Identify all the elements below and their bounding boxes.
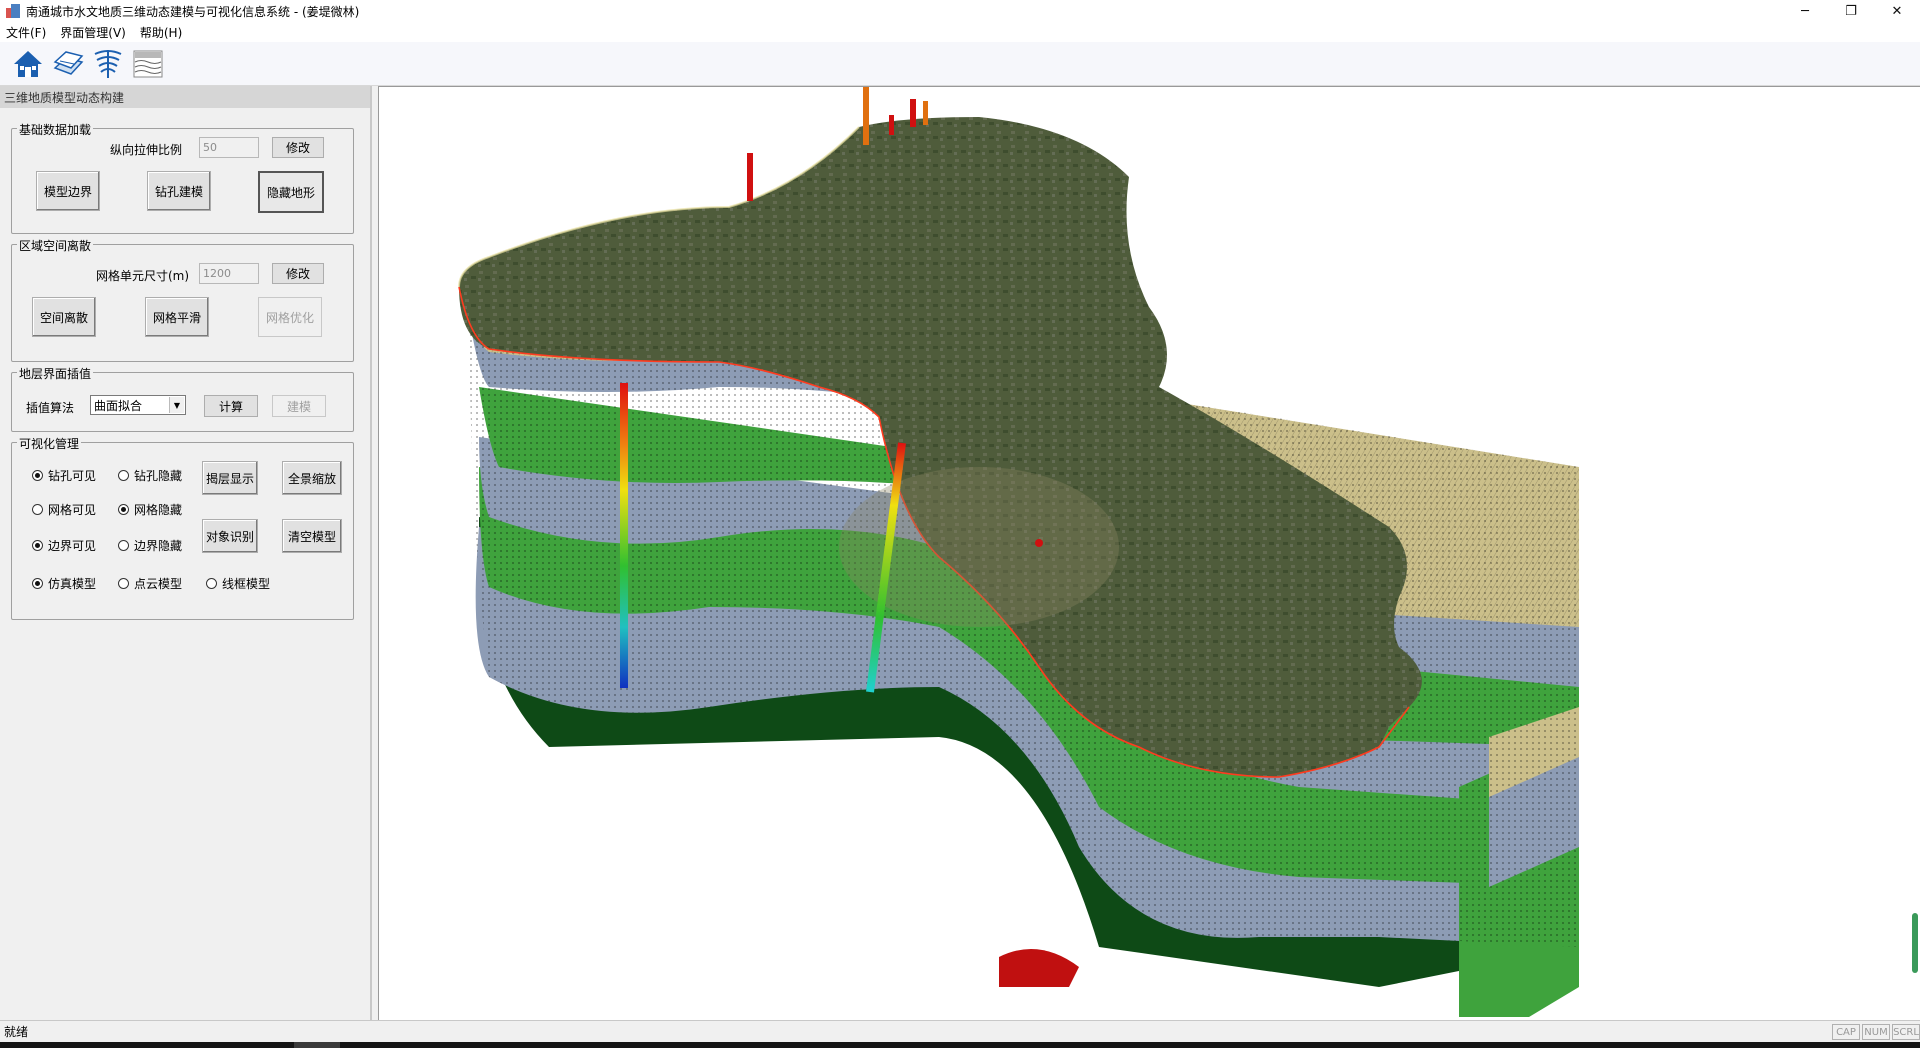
borehole-3 [747,153,753,201]
panel-title: 三维地质模型动态构建 [0,86,370,108]
radio-boundary-hide[interactable]: 边界隐藏 [118,537,182,554]
borehole-5 [910,99,916,127]
spatial-discrete-button[interactable]: 空间离散 [32,297,96,337]
boreholes-icon [94,49,122,78]
radio-borehole-hide[interactable]: 钻孔隐藏 [118,467,182,484]
status-bar: 就绪 CAP NUM SCRL [0,1020,1920,1042]
menu-bar: 文件(F) 界面管理(V) 帮助(H) [0,22,1920,42]
control-panel: 三维地质模型动态构建 基础数据加载 纵向拉伸比例 50 修改 模型边界 钻孔建模… [0,86,372,1020]
geology-model[interactable] [379,87,1920,1020]
cell-size-label: 网格单元尺寸(m) [96,269,190,283]
clear-model-button[interactable]: 清空模型 [282,519,342,553]
borehole-6 [923,101,928,125]
menu-help[interactable]: 帮助(H) [140,24,182,41]
grid-optimize-button[interactable]: 网格优化 [258,297,322,337]
model-viewport[interactable] [378,86,1920,1020]
group-vis-legend: 可视化管理 [17,435,82,452]
cell-size-input[interactable]: 1200 [199,263,259,284]
group-interp-legend: 地层界面插值 [17,365,94,382]
radio-boundary-show[interactable]: 边界可见 [32,537,96,554]
toolbar [0,42,1920,86]
boreholes-button[interactable] [90,46,126,82]
cap-indicator: CAP [1832,1024,1860,1040]
home-button[interactable] [10,46,46,82]
group-visualization: 可视化管理 钻孔可见 钻孔隐藏 揭层显示 全景缩放 网格可见 网格隐藏 边界可见… [11,435,354,620]
borehole-model-button[interactable]: 钻孔建模 [147,171,211,211]
strata-icon [133,50,163,77]
borehole-1 [620,383,628,688]
build-button[interactable]: 建模 [272,395,326,417]
radio-grid-show[interactable]: 网格可见 [32,501,96,518]
hide-terrain-button[interactable]: 隐藏地形 [258,171,324,213]
radio-sim-model[interactable]: 仿真模型 [32,575,96,592]
status-text: 就绪 [4,1025,29,1039]
scrl-indicator: SCRL [1892,1024,1920,1040]
group-basic-data: 基础数据加载 纵向拉伸比例 50 修改 模型边界 钻孔建模 隐藏地形 [11,121,354,234]
cell-size-modify-button[interactable]: 修改 [272,263,324,284]
stretch-modify-button[interactable]: 修改 [272,137,324,158]
home-icon [14,50,42,77]
title-bar: 南通城市水文地质三维动态建模与可视化信息系统 - (姜堤微林) ─ ❐ ✕ [0,0,1920,22]
radio-cloud-model[interactable]: 点云模型 [118,575,182,592]
num-indicator: NUM [1862,1024,1890,1040]
radio-grid-hide[interactable]: 网格隐藏 [118,501,182,518]
model-boundary-button[interactable]: 模型边界 [36,171,100,211]
group-interpolation: 地层界面插值 插值算法 曲面拟合 ▼ 计算 建模 [11,365,354,432]
group-spatial-discrete: 区域空间离散 网格单元尺寸(m) 1200 修改 空间离散 网格平滑 网格优化 [11,237,354,362]
algo-select[interactable]: 曲面拟合 ▼ [90,395,186,415]
object-identify-button[interactable]: 对象识别 [202,519,258,553]
radio-borehole-show[interactable]: 钻孔可见 [32,467,96,484]
marker-point [1035,539,1043,547]
layers-button[interactable] [50,46,86,82]
restore-button[interactable]: ❐ [1828,0,1874,22]
group-discrete-legend: 区域空间离散 [17,237,94,254]
group-basic-legend: 基础数据加载 [17,121,94,138]
view-scrollbar[interactable] [1912,913,1918,973]
algo-label: 插值算法 [26,401,75,415]
menu-view[interactable]: 界面管理(V) [60,24,126,41]
close-button[interactable]: ✕ [1874,0,1920,22]
borehole-4 [863,87,869,145]
window-controls: ─ ❐ ✕ [1782,0,1920,22]
layers-icon [53,50,84,75]
algo-select-value: 曲面拟合 [94,398,143,413]
radio-wire-model[interactable]: 线框模型 [206,575,270,592]
peel-display-button[interactable]: 揭层显示 [202,461,258,495]
app-icon [6,4,20,18]
window-title: 南通城市水文地质三维动态建模与可视化信息系统 - (姜堤微林) [26,4,360,19]
grid-smooth-button[interactable]: 网格平滑 [145,297,209,337]
borehole-7 [889,115,894,135]
menu-file[interactable]: 文件(F) [6,24,46,41]
full-zoom-button[interactable]: 全景缩放 [282,461,342,495]
stretch-input[interactable]: 50 [199,137,259,158]
minimize-button[interactable]: ─ [1782,0,1828,22]
strata-button[interactable] [130,46,166,82]
compute-button[interactable]: 计算 [204,395,258,417]
taskbar [0,1042,1920,1048]
taskbar-tab[interactable] [294,1042,340,1048]
stretch-label: 纵向拉伸比例 [110,143,183,157]
chevron-down-icon[interactable]: ▼ [169,397,184,413]
